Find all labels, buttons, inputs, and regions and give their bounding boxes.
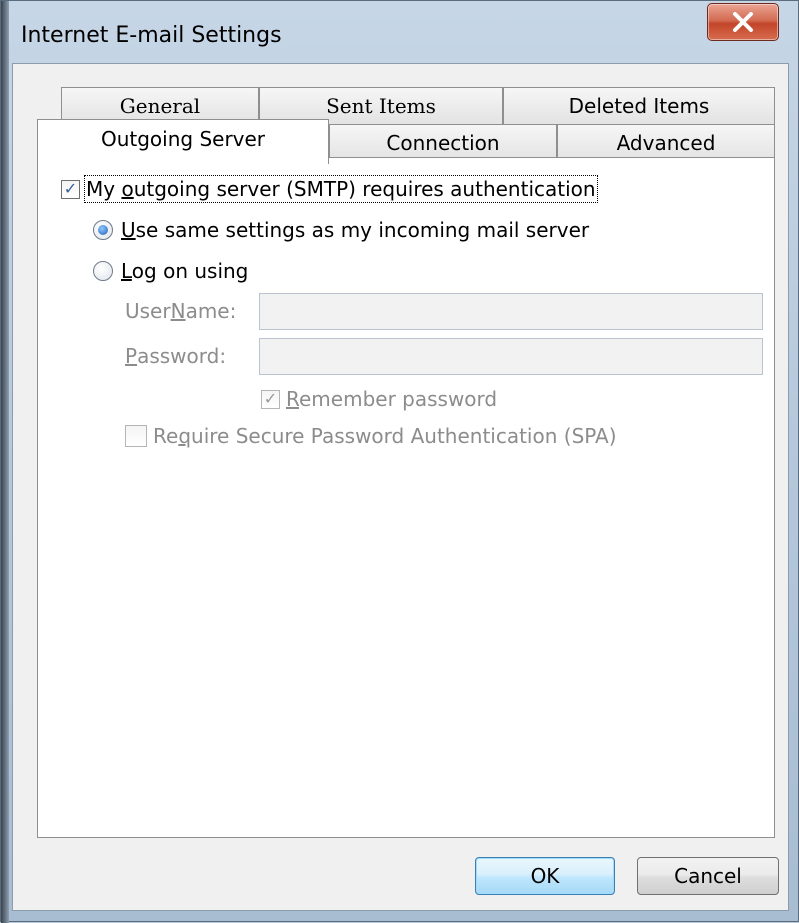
log-on-using-radio[interactable]: [93, 261, 113, 281]
tab-advanced[interactable]: Advanced: [557, 124, 775, 161]
tab-label: Advanced: [616, 131, 716, 155]
cancel-button[interactable]: Cancel: [637, 857, 779, 895]
requires-auth-checkbox[interactable]: ✓: [61, 179, 80, 199]
spa-label: Require Secure Password Authentication (…: [153, 424, 617, 448]
tab-label: Sent Items: [326, 94, 436, 118]
close-icon: [733, 12, 753, 32]
requires-auth-label: My outgoing server (SMTP) requires authe…: [84, 175, 598, 203]
tab-label: General: [119, 94, 201, 118]
tab-connection[interactable]: Connection: [329, 124, 557, 161]
remember-password-label: Remember password: [286, 387, 498, 411]
password-field[interactable]: [259, 338, 763, 375]
tab-label: Connection: [386, 131, 500, 155]
checkmark-icon: ✓: [63, 179, 78, 198]
same-settings-row[interactable]: Use same settings as my incoming mail se…: [93, 218, 589, 242]
requires-auth-row[interactable]: ✓ My outgoing server (SMTP) requires aut…: [61, 175, 598, 203]
same-settings-radio[interactable]: [93, 220, 113, 240]
same-settings-label: Use same settings as my incoming mail se…: [121, 218, 590, 242]
window-title: Internet E-mail Settings: [21, 23, 282, 48]
tab-label: Deleted Items: [568, 94, 710, 118]
window-left-edge: [1, 1, 9, 923]
username-field[interactable]: [259, 293, 763, 330]
log-on-using-label: Log on using: [121, 259, 249, 283]
tab-deleted-items[interactable]: Deleted Items: [503, 87, 775, 124]
spa-checkbox[interactable]: [125, 425, 147, 447]
remember-password-checkbox[interactable]: ✓: [261, 389, 280, 409]
remember-password-row[interactable]: ✓ Remember password: [261, 387, 497, 411]
tab-outgoing-server[interactable]: Outgoing Server: [37, 119, 329, 164]
ok-button[interactable]: OK: [475, 857, 615, 895]
spa-row[interactable]: Require Secure Password Authentication (…: [125, 424, 617, 448]
radio-selected-icon: [98, 225, 108, 235]
dialog-window: Internet E-mail Settings General Sent It…: [0, 0, 799, 923]
log-on-using-row[interactable]: Log on using: [93, 259, 248, 283]
checkmark-icon: ✓: [263, 389, 278, 408]
username-label: User Name:: [125, 299, 237, 323]
password-label: Password:: [125, 344, 227, 368]
close-button[interactable]: [707, 3, 779, 41]
tab-label: Outgoing Server: [100, 127, 266, 151]
